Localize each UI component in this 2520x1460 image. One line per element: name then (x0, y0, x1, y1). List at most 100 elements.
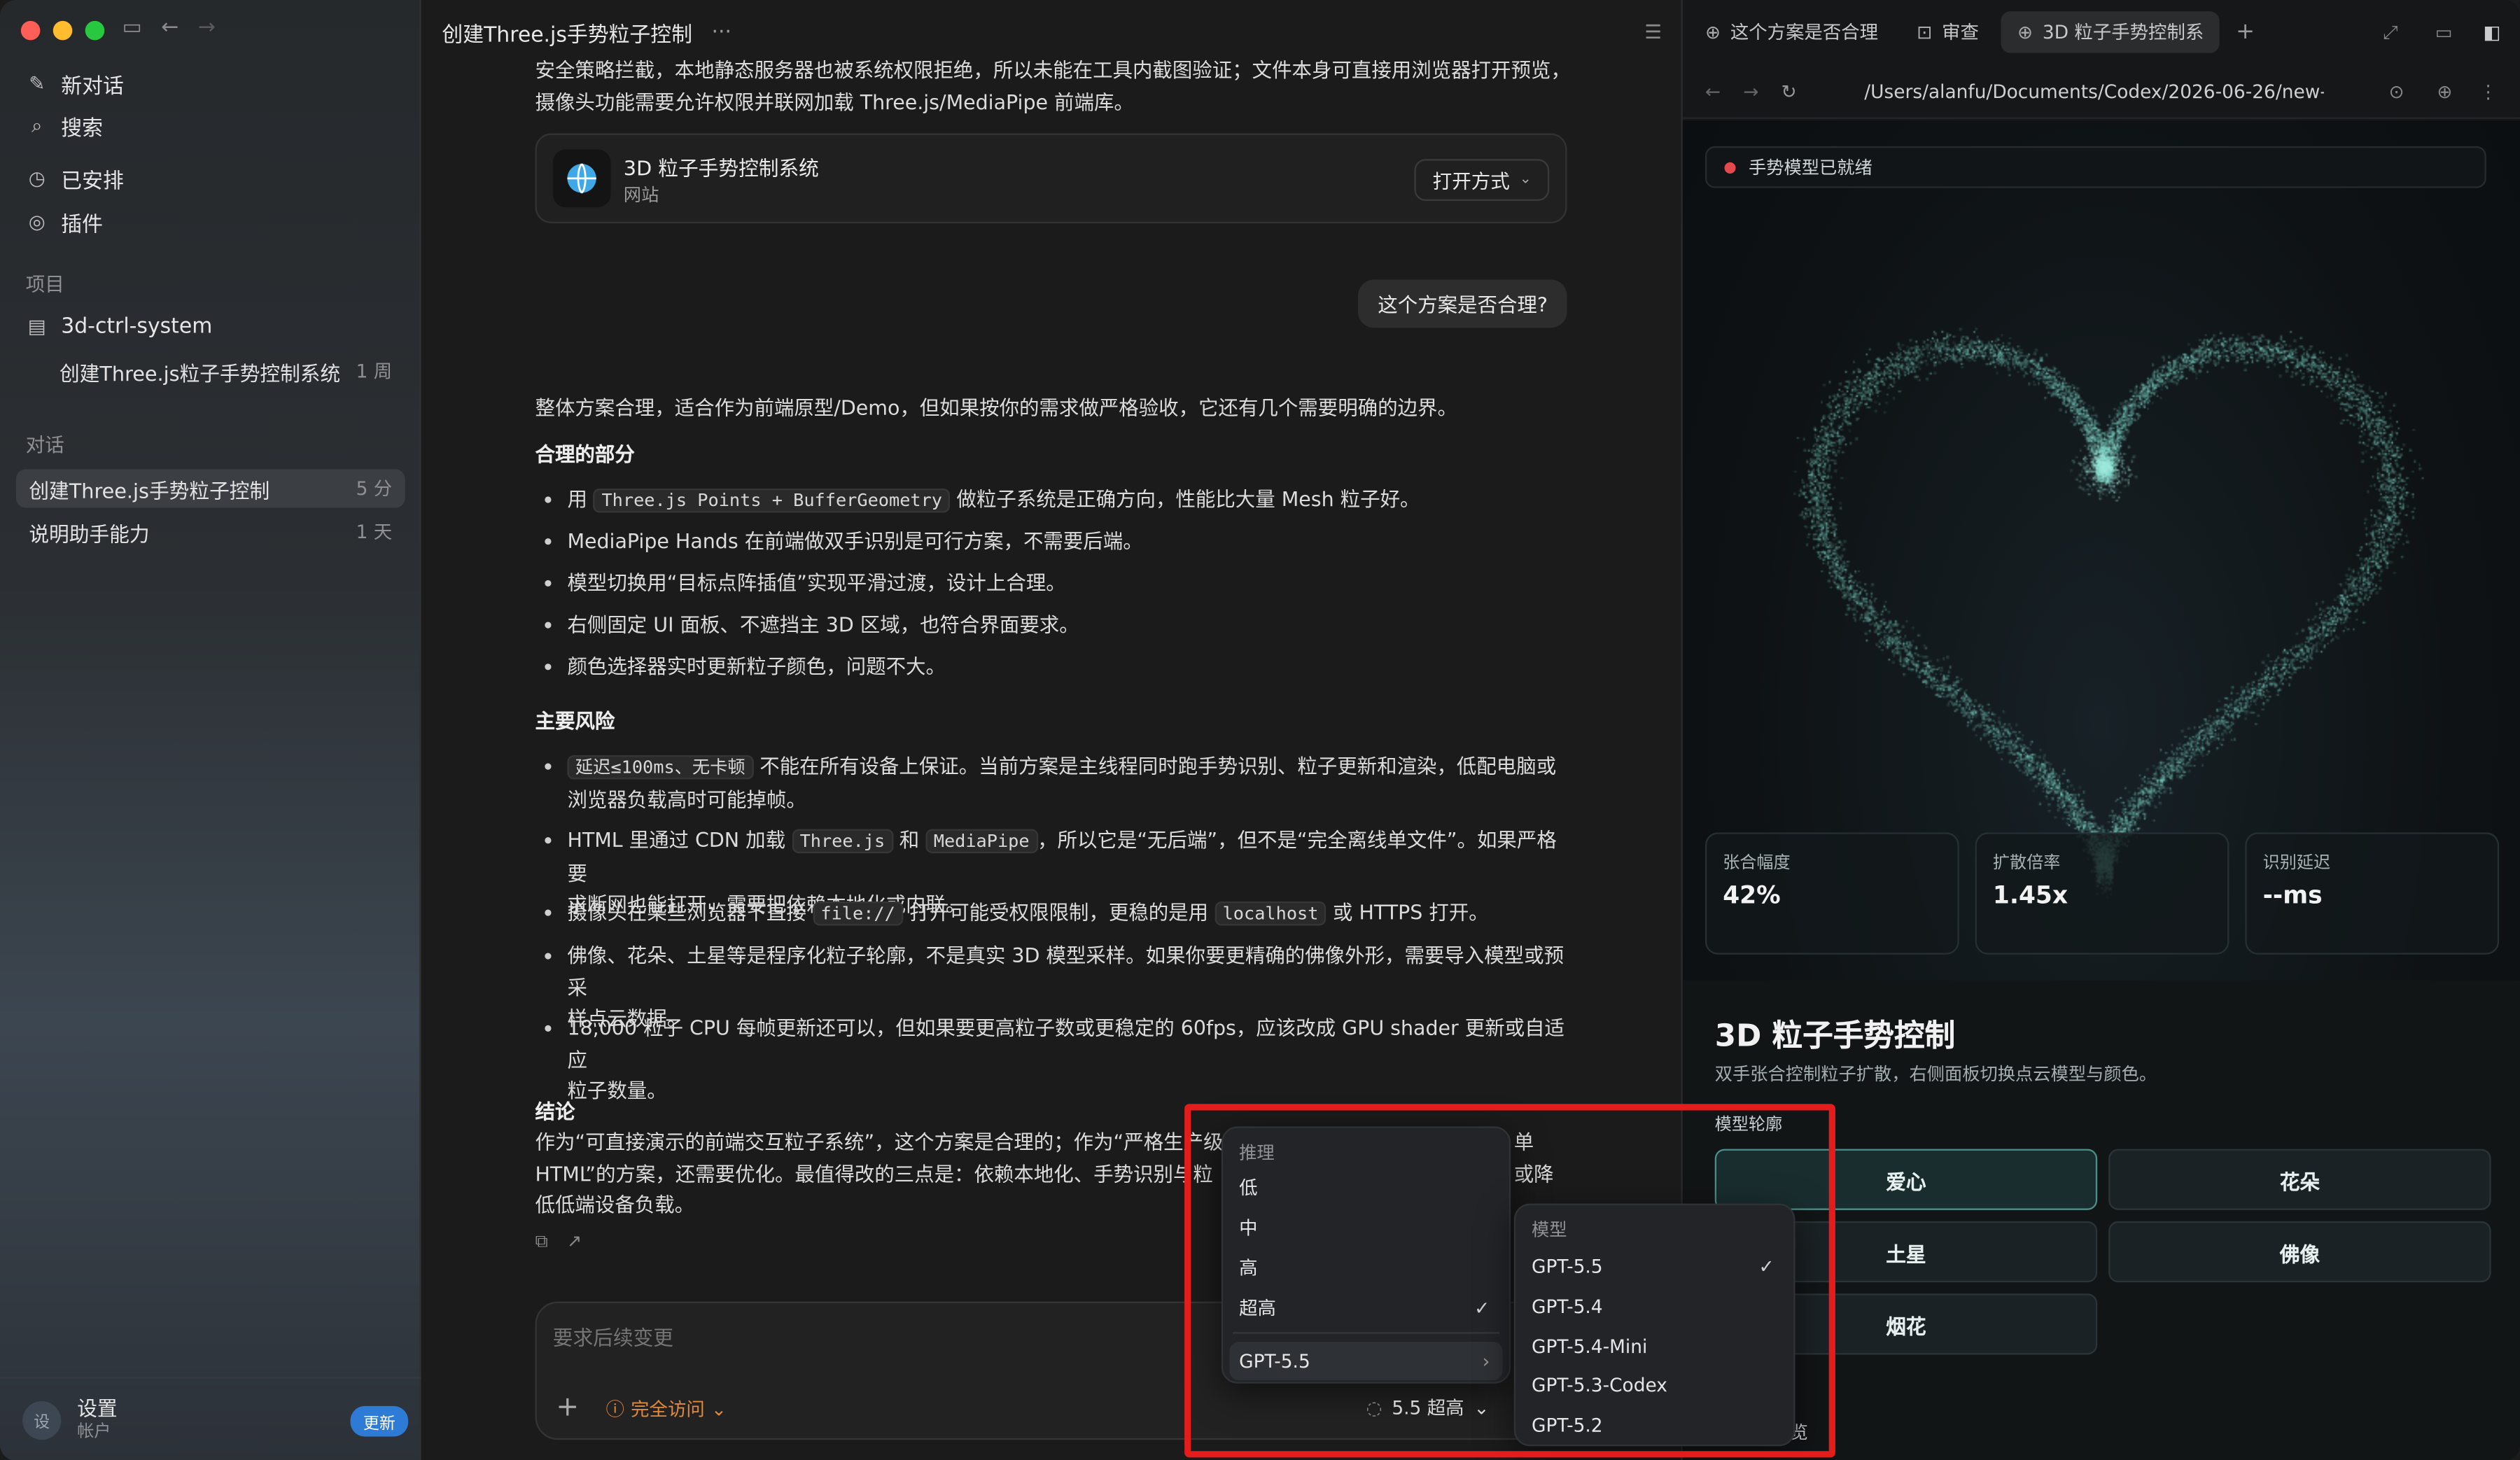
metric-value: 42% (1723, 880, 1781, 910)
reload-icon[interactable]: ↻ (1782, 80, 1797, 102)
chat-item[interactable]: 说明助手能力 1 天 (16, 512, 405, 551)
user-message: 这个方案是否合理? (1358, 279, 1567, 328)
chat-age: 5 分 (356, 477, 393, 500)
code-span: localhost (1214, 901, 1326, 926)
model-button-flower[interactable]: 花朵 (2108, 1149, 2491, 1210)
globe-icon: ⊕ (2017, 20, 2033, 43)
update-badge[interactable]: 更新 (350, 1405, 409, 1437)
tab-label: 审查 (1942, 20, 1979, 43)
more-vertical-icon[interactable]: ⋮ (2479, 80, 2497, 102)
metric-label: 扩散倍率 (1992, 853, 2061, 873)
sidebar: ▭ ← → ✎ 新对话 ⌕ 搜索 ◷ 已安排 ◎ 插件 项目 ▤ 3d-ctrl… (0, 0, 421, 1460)
search-icon: ⌕ (31, 113, 43, 136)
back-arrow-icon[interactable]: ← (161, 16, 178, 40)
panel-toggle-icon[interactable]: ◧ (2483, 21, 2500, 43)
url-text[interactable]: /Users/alanfu/Documents/Codex/2026-06-26… (1864, 80, 2324, 102)
review-icon: ⊡ (1917, 20, 1933, 43)
model-button-buddha[interactable]: 佛像 (2108, 1221, 2491, 1283)
metric-card: 张合幅度 42% (1704, 832, 1959, 955)
projects-header: 项目 (25, 273, 64, 296)
status-dot (1724, 162, 1736, 174)
layout-icon[interactable]: ▭ (2435, 21, 2453, 43)
heading-reasonable: 合理的部分 (535, 442, 635, 466)
list-item: 延迟≤100ms、无卡顿 不能在所有设备上保证。当前方案是主线程同时跑手势识别、… (545, 750, 1570, 815)
list-item: MediaPipe Hands 在前端做双手识别是可行方案，不需要后端。 (545, 526, 1570, 557)
card-title: 3D 粒子手势控制系统 (623, 155, 819, 181)
project-chat-item[interactable]: 创建Three.js粒子手势控制系统 1 周 (16, 352, 405, 391)
share-icon[interactable]: ↗ (567, 1231, 582, 1254)
toggle-sidebar-icon[interactable]: ▭ (122, 16, 141, 40)
chat-icon: ⊕ (1704, 20, 1721, 43)
plugins-button[interactable]: ◎ 插件 (16, 202, 405, 241)
outline-icon[interactable]: ☰ (1644, 21, 1662, 43)
metric-card: 扩散倍率 1.45x (1975, 832, 2230, 955)
back-arrow-icon[interactable]: ← (1705, 80, 1721, 102)
account-area[interactable]: 设 设置 帐户 更新 (0, 1377, 421, 1460)
status-banner: 手势模型已就绪 (1704, 146, 2486, 188)
code-span: Three.js Points + BufferGeometry (593, 488, 951, 513)
chat-title: 创建Three.js手势粒子控制 (442, 23, 692, 48)
app-title: 3D 粒子手势控制 (1714, 1018, 1956, 1055)
intro-line: 摄像头功能需要允许权限并联网加载 Three.js/MediaPipe 前端库。 (535, 89, 1134, 113)
minimize-window-button[interactable] (52, 20, 73, 41)
access-dropdown[interactable]: ⓘ 完全访问 ⌄ (606, 1396, 727, 1422)
open-with-button[interactable]: 打开方式 ⌄ (1415, 159, 1550, 201)
code-span: file:// (812, 901, 904, 926)
plugins-label: 插件 (61, 213, 103, 237)
chat-item-active[interactable]: 创建Three.js手势粒子控制 5 分 (15, 469, 405, 508)
capture-icon[interactable]: ⊕ (2437, 80, 2452, 102)
tab-plan-review[interactable]: ⊕ 这个方案是否合理 (1689, 11, 1894, 53)
copy-icon[interactable]: ⧉ (536, 1231, 548, 1254)
composer-input[interactable] (552, 1319, 1164, 1355)
new-chat-button[interactable]: ✎ 新对话 (16, 64, 405, 103)
tab-review[interactable]: ⊡ 审查 (1900, 11, 1995, 53)
metric-value: 1.45x (1992, 880, 2068, 910)
list-item: 摄像头在某些浏览器下直接 file:// 打开可能受权限限制，更稳的是用 loc… (545, 897, 1570, 929)
folder-icon: ▤ (27, 314, 46, 338)
metric-label: 识别延迟 (2262, 853, 2331, 873)
url-bar: ← → ↻ /Users/alanfu/Documents/Codex/2026… (1682, 64, 2520, 119)
code-span: MediaPipe (925, 829, 1038, 854)
scheduled-label: 已安排 (61, 169, 124, 194)
list-item: 右侧固定 UI 面板、不遮挡主 3D 区域，也符合界面要求。 (545, 609, 1570, 640)
settings-label: 设置 (77, 1395, 118, 1420)
heading-risks: 主要风险 (535, 708, 615, 733)
warning-icon: ⓘ (606, 1398, 624, 1421)
more-icon[interactable]: ··· (712, 20, 732, 44)
close-window-button[interactable] (20, 20, 41, 41)
search-label: 搜索 (61, 116, 103, 141)
forward-arrow-icon[interactable]: → (198, 16, 216, 40)
add-icon[interactable]: + (556, 1391, 579, 1424)
search-button[interactable]: ⌕ 搜索 (16, 106, 405, 145)
zoom-window-button[interactable] (85, 20, 105, 41)
app-subtitle: 双手张合控制粒子扩散，右侧面板切换点云模型与颜色。 (1714, 1063, 2157, 1085)
list-item: 用 Three.js Points + BufferGeometry 做粒子系统… (545, 484, 1570, 517)
project-chat-age: 1 周 (356, 360, 393, 383)
expand-icon[interactable]: ⤢ (2383, 20, 2398, 44)
compose-icon: ✎ (29, 72, 46, 95)
list-item: 颜色选择器实时更新粒子颜色，问题不大。 (545, 651, 1570, 682)
open-with-label: 打开方式 (1432, 169, 1510, 192)
code-span: Three.js (792, 829, 893, 854)
avatar: 设 (22, 1400, 62, 1439)
add-tab-icon[interactable]: + (2236, 20, 2255, 45)
globe-icon (552, 149, 611, 208)
preview-tabs: ⊕ 这个方案是否合理 ⊡ 审查 ⊕ 3D 粒子手势控制系 + ⤢ ▭ ◧ (1683, 0, 2520, 64)
clock-icon: ◷ (28, 167, 46, 190)
scheduled-button[interactable]: ◷ 已安排 (16, 159, 405, 197)
project-item[interactable]: ▤ 3d-ctrl-system (16, 307, 405, 346)
forward-arrow-icon[interactable]: → (1743, 80, 1758, 102)
artifact-card[interactable]: 3D 粒子手势控制系统 网站 打开方式 ⌄ (535, 133, 1567, 224)
intro-line: 安全策略拦截，本地静态服务器也被系统权限拒绝，所以未能在工具内截图验证；文件本身… (535, 57, 1567, 83)
sidebar-toolbar: ▭ ← → (122, 16, 215, 40)
project-chat-label: 创建Three.js粒子手势控制系统 (59, 360, 341, 385)
plugin-icon: ◎ (28, 210, 46, 233)
access-label: 完全访问 (631, 1398, 705, 1421)
app-window: ▭ ← → ✎ 新对话 ⌕ 搜索 ◷ 已安排 ◎ 插件 项目 ▤ 3d-ctrl… (0, 0, 2520, 1460)
chevron-down-icon: ⌄ (710, 1398, 727, 1421)
tab-preview[interactable]: ⊕ 3D 粒子手势控制系 (2001, 11, 2220, 53)
chat-age: 1 天 (356, 520, 393, 544)
chats-header: 对话 (25, 433, 64, 457)
list-item: 18,000 粒子 CPU 每帧更新还可以，但如果要更高粒子数或更稳定的 60f… (545, 1012, 1570, 1106)
screenshot-icon[interactable]: ⊙ (2389, 80, 2404, 102)
